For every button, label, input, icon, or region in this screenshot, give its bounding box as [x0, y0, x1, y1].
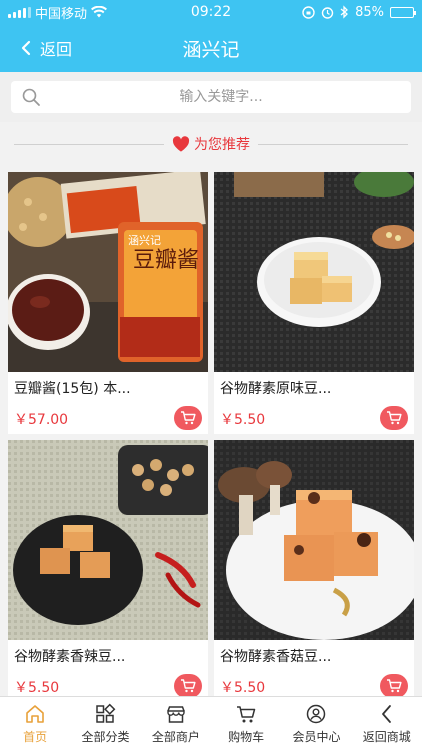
tab-home[interactable]: 首页 [0, 697, 70, 750]
recommend-title: 为您推荐 [166, 134, 256, 154]
product-name: 豆瓣酱(15包) 本... [14, 381, 131, 397]
product-image [214, 172, 414, 372]
nav-bar: 返回 涵兴记 [0, 24, 422, 72]
product-image: 豆瓣酱 涵兴记 [8, 172, 208, 372]
store-icon [167, 705, 185, 723]
status-time: 09:22 [190, 4, 232, 20]
search-input[interactable] [41, 89, 401, 105]
tab-back-label: 返回商城 [362, 729, 411, 744]
product-name: 谷物酵素原味豆... [220, 381, 332, 397]
cart-icon [237, 705, 256, 722]
pack-text: 豆瓣酱 [133, 248, 199, 273]
original-tofu-photo [214, 172, 414, 372]
divider-left [14, 144, 164, 145]
tab-merchants-label: 全部商户 [151, 729, 200, 744]
back-icon [381, 704, 391, 723]
doubanjiang-photo: 豆瓣酱 涵兴记 [8, 172, 208, 372]
product-image [8, 440, 208, 640]
search-icon [22, 88, 40, 106]
category-icon [96, 703, 116, 723]
recommend-title-text: 为您推荐 [194, 137, 250, 153]
rotation-lock-icon [302, 5, 315, 19]
divider-right [258, 144, 408, 145]
spicy-tofu-photo [8, 440, 208, 640]
tab-home-label: 首页 [23, 729, 48, 744]
wifi-icon [91, 6, 108, 18]
tab-categories-label: 全部分类 [81, 729, 130, 744]
search-box[interactable] [11, 81, 411, 113]
product-price: ￥57.00 [14, 412, 69, 428]
status-left: 中国移动 [8, 3, 143, 22]
tab-all-merchants[interactable]: 全部商户 [141, 697, 211, 750]
cart-icon [181, 411, 196, 425]
add-to-cart-button[interactable] [380, 674, 408, 698]
product-price: ￥5.50 [220, 680, 266, 696]
product-price: ￥5.50 [220, 412, 266, 428]
cart-icon [387, 679, 402, 693]
mushroom-tofu-photo [214, 440, 414, 640]
product-price: ￥5.50 [14, 680, 60, 696]
back-button[interactable]: 返回 [0, 36, 72, 60]
product-card[interactable]: 谷物酵素香辣豆... ￥5.50 [8, 440, 208, 702]
status-bar: 中国移动 09:22 85% [0, 0, 422, 24]
pack-brand: 涵兴记 [128, 233, 161, 247]
product-name: 谷物酵素香菇豆... [220, 649, 332, 665]
product-card[interactable]: 谷物酵素原味豆... ￥5.50 [214, 172, 414, 434]
tab-cart[interactable]: 购物车 [211, 697, 281, 750]
heart-icon [172, 136, 190, 152]
recommend-header: 为您推荐 [0, 128, 422, 160]
battery-percent: 85% [355, 4, 384, 20]
product-grid: 豆瓣酱 涵兴记 豆瓣酱(15包) 本... ￥57.00 谷物酵素原味豆... … [8, 172, 414, 702]
search-bar [0, 72, 422, 122]
bottom-tab-bar: 首页 全部分类 全部商户 购物车 会员中心 返回商城 [0, 696, 422, 750]
cart-icon [181, 679, 196, 693]
carrier-name: 中国移动 [35, 6, 88, 22]
status-right: 85% [279, 4, 416, 20]
tab-all-categories[interactable]: 全部分类 [70, 697, 140, 750]
home-icon [26, 704, 44, 723]
product-card[interactable]: 谷物酵素香菇豆... ￥5.50 [214, 440, 414, 702]
product-name: 谷物酵素香辣豆... [14, 649, 126, 665]
battery-icon [389, 6, 416, 18]
chevron-left-icon [21, 40, 31, 56]
alarm-icon [321, 6, 334, 19]
add-to-cart-button[interactable] [174, 406, 202, 430]
signal-icon [8, 6, 31, 18]
product-card[interactable]: 豆瓣酱 涵兴记 豆瓣酱(15包) 本... ￥57.00 [8, 172, 208, 434]
tab-member-label: 会员中心 [292, 729, 341, 744]
back-label: 返回 [40, 40, 73, 59]
tab-cart-label: 购物车 [228, 729, 265, 744]
cart-icon [387, 411, 402, 425]
add-to-cart-button[interactable] [380, 406, 408, 430]
tab-member-center[interactable]: 会员中心 [281, 697, 351, 750]
product-image [214, 440, 414, 640]
user-icon [307, 704, 326, 723]
tab-back-to-mall[interactable]: 返回商城 [352, 697, 422, 750]
bluetooth-icon [340, 5, 349, 19]
add-to-cart-button[interactable] [174, 674, 202, 698]
